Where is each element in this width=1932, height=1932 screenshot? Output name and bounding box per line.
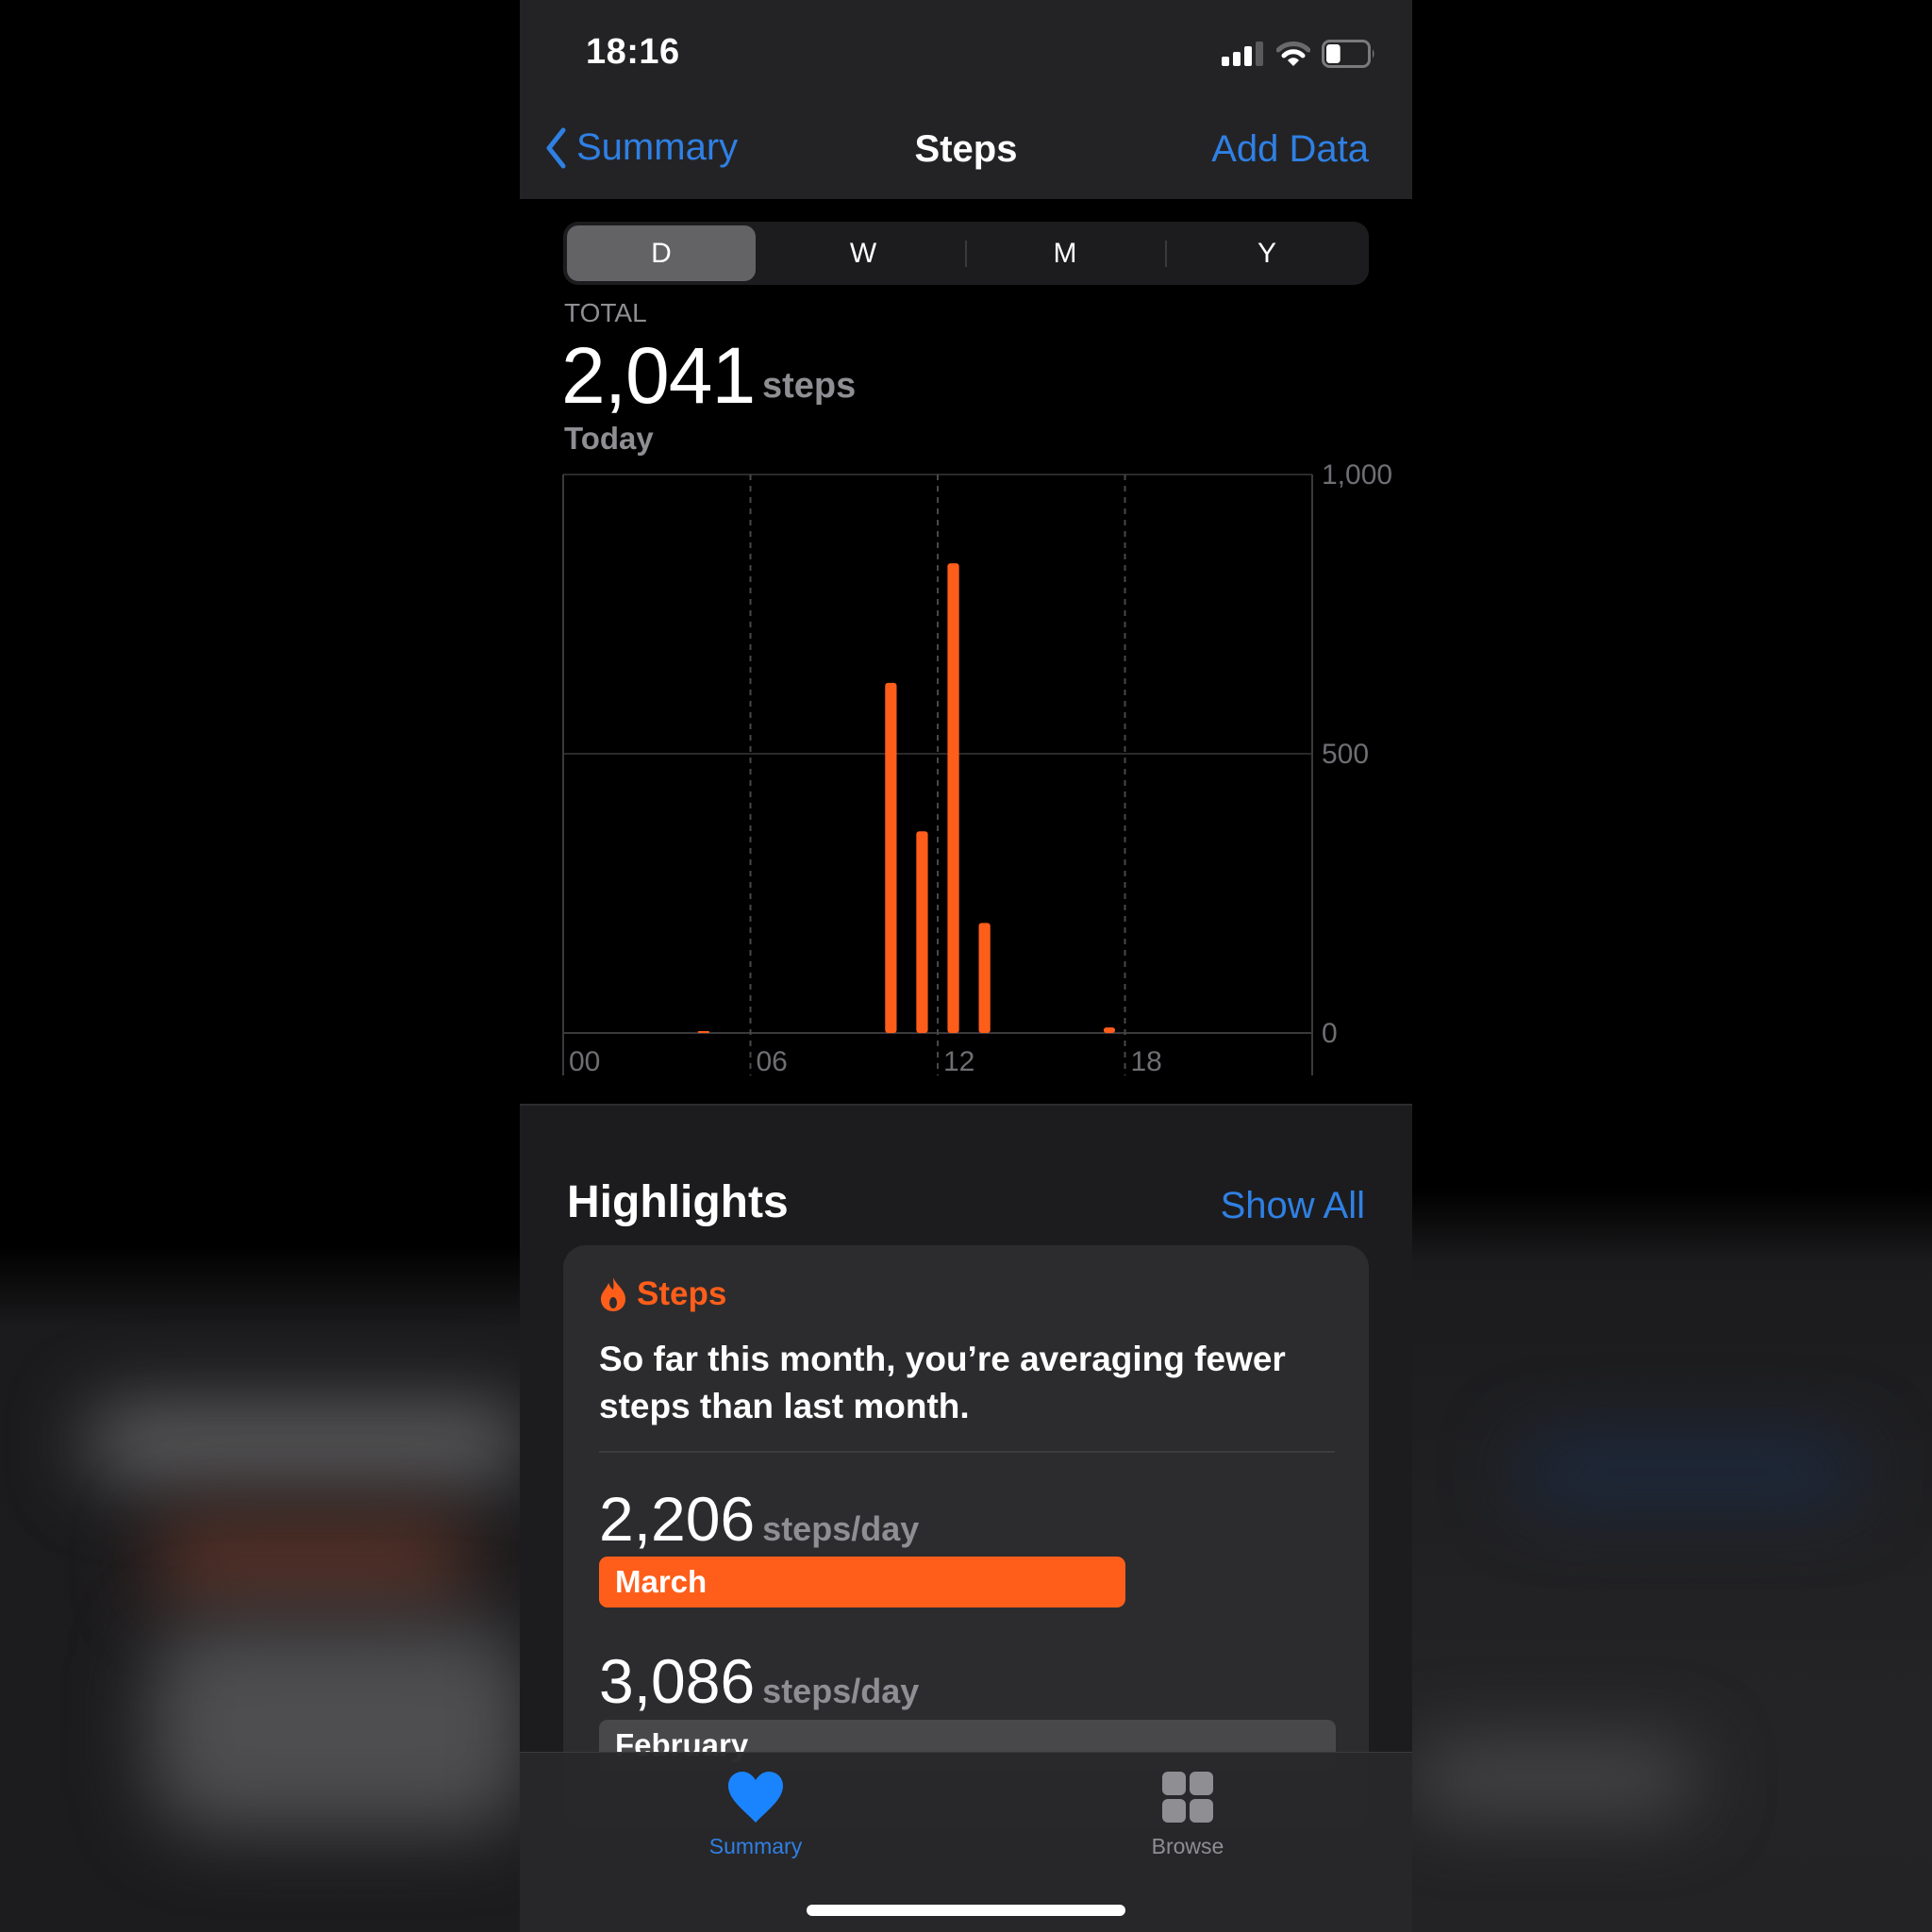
status-icons <box>1222 38 1376 70</box>
segment-divider <box>1165 241 1167 267</box>
total-steps-value: 2,041 <box>561 331 756 420</box>
y-tick-label: 0 <box>1322 1018 1338 1049</box>
background-blur-shape <box>151 1623 528 1830</box>
x-tick-label: 18 <box>1131 1046 1162 1077</box>
total-steps-unit: steps <box>762 366 857 406</box>
segment-day[interactable]: D <box>567 225 756 281</box>
flame-icon <box>601 1277 625 1311</box>
highlight-card[interactable]: Steps So far this month, you’re averagin… <box>563 1245 1369 1830</box>
show-all-link[interactable]: Show All <box>1221 1185 1365 1227</box>
background-blur-right <box>1412 1189 1932 1932</box>
background-blur-shape <box>85 1406 528 1481</box>
time-range-segmented-control: D W M Y <box>563 222 1369 285</box>
battery-icon <box>1322 40 1374 68</box>
chart-bar <box>916 831 928 1033</box>
grid-icon <box>1162 1772 1213 1823</box>
chart-bar <box>885 682 897 1033</box>
phone-screen: 18:16 Summary Steps Add Data D W M Y TOT… <box>520 0 1412 1932</box>
add-data-button[interactable]: Add Data <box>1211 128 1369 171</box>
background-blur-shape <box>151 1519 472 1604</box>
tab-summary-label: Summary <box>708 1834 803 1858</box>
y-tick-label: 1,000 <box>1322 459 1392 491</box>
card-divider <box>599 1451 1335 1453</box>
total-period: Today <box>564 421 654 456</box>
highlights-title: Highlights <box>567 1177 789 1227</box>
comparison-march-stat: 2,206 steps/day <box>599 1483 919 1555</box>
steps-hourly-chart[interactable]: 1,000500000 06 12 18 <box>520 453 1412 1104</box>
back-button[interactable]: Summary <box>544 126 738 169</box>
background-blur-shape <box>1519 1443 1858 1500</box>
home-indicator[interactable] <box>807 1905 1125 1916</box>
chart-bar <box>1103 1027 1116 1033</box>
y-tick-label: 500 <box>1322 739 1369 770</box>
comparison-unit: steps/day <box>762 1672 920 1710</box>
segment-divider <box>965 241 967 267</box>
segment-week[interactable]: W <box>769 225 958 281</box>
x-tick-label: 06 <box>757 1046 788 1077</box>
comparison-bar-label: March <box>615 1564 708 1599</box>
wifi-icon <box>1276 42 1310 66</box>
comparison-value: 2,206 <box>599 1484 756 1554</box>
comparison-unit: steps/day <box>762 1509 920 1548</box>
page-title: Steps <box>914 128 1018 170</box>
comparison-bar-march: March <box>599 1557 1126 1607</box>
segment-year[interactable]: Y <box>1173 225 1361 281</box>
highlight-message: So far this month, you’re averaging fewe… <box>599 1340 1286 1425</box>
tab-browse-label: Browse <box>1151 1834 1224 1858</box>
segment-month[interactable]: M <box>971 225 1159 281</box>
chart-bar <box>978 923 991 1033</box>
status-time: 18:16 <box>586 32 680 72</box>
chart-bar <box>697 1031 709 1033</box>
tab-summary[interactable]: Summary <box>661 1770 850 1859</box>
comparison-february-stat: 3,086 steps/day <box>599 1645 919 1717</box>
back-button-label: Summary <box>576 126 739 168</box>
tab-bar: Summary Browse <box>520 1752 1412 1932</box>
x-tick-label: 00 <box>569 1046 600 1077</box>
comparison-value: 3,086 <box>599 1646 756 1716</box>
total-label: TOTAL <box>564 298 647 327</box>
highlight-category: Steps <box>637 1275 727 1312</box>
x-tick-label: 12 <box>943 1046 974 1077</box>
chart-bar <box>947 563 959 1033</box>
cellular-signal-icon <box>1222 42 1263 66</box>
background-blur-shape <box>1412 1745 1695 1811</box>
tab-browse[interactable]: Browse <box>1093 1770 1282 1859</box>
navigation-header: 18:16 Summary Steps Add Data <box>520 0 1412 199</box>
heart-icon <box>728 1772 783 1823</box>
chevron-left-icon <box>546 127 566 168</box>
highlight-card-header: Steps <box>599 1275 726 1313</box>
